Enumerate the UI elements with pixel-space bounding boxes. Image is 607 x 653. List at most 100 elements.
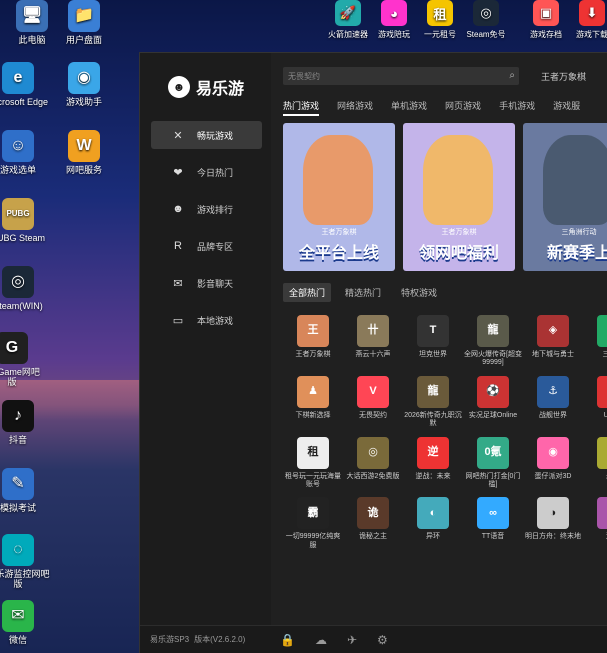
game-tile[interactable]: △ 三角洲: [583, 315, 607, 368]
sub-tab[interactable]: 特权游戏: [395, 283, 443, 302]
desktop-icon[interactable]: PUBG PUBG Steam: [0, 198, 50, 243]
sidebar-nav-item[interactable]: ▭ 本地游戏: [151, 306, 262, 334]
game-name: 地下城与勇士: [532, 351, 574, 358]
desktop-icon[interactable]: ✎ 模拟考试: [0, 468, 50, 513]
game-icon: 诡: [357, 497, 389, 530]
game-tile[interactable]: 霸一切99999亿纯爽服: [283, 497, 343, 550]
desktop-icon[interactable]: ◎ Steam(WIN): [0, 266, 50, 311]
desktop-app-icon: PUBG: [2, 198, 34, 230]
nav-item-label: 品牌专区: [197, 241, 234, 252]
sub-tab[interactable]: 精选热门: [339, 283, 387, 302]
rocket-icon[interactable]: ✈: [347, 633, 357, 647]
search-icon[interactable]: ⌕: [509, 70, 515, 81]
game-tile[interactable]: ⚽ 实况足球Online: [463, 375, 523, 429]
game-tile[interactable]: ◎ 大话西游2免费版: [343, 436, 403, 490]
category-tab[interactable]: 单机游戏: [391, 99, 427, 116]
game-tile[interactable]: ♟ 下棋新选择: [283, 375, 343, 429]
game-tile[interactable]: 租租号玩一元玩海量账号: [283, 436, 343, 490]
search-input[interactable]: 无畏契约 ⌕: [283, 67, 519, 85]
desktop-icon[interactable]: ♪ 抖音: [0, 400, 50, 445]
top-shortcut[interactable]: 租一元租号: [414, 0, 466, 40]
game-name: 异环: [426, 533, 440, 541]
sidebar-nav-item[interactable]: ✕ 畅玩游戏: [151, 121, 262, 149]
game-tile[interactable]: ∞ TT语音: [463, 497, 523, 550]
game-tile[interactable]: T 坦克世界: [403, 315, 463, 368]
shortcut-icon: 租: [427, 0, 453, 26]
desktop-icon[interactable]: 📁 用户盘面: [52, 0, 116, 45]
game-icon: ♟: [297, 375, 329, 408]
app-logo[interactable]: ☻ 易乐游: [168, 75, 244, 99]
desktop-app-icon: ✎: [2, 468, 34, 500]
game-icon: 王: [297, 315, 329, 347]
desktop-icon[interactable]: ◉ 游戏助手: [52, 62, 116, 107]
nav-item-label: 今日热门: [197, 167, 234, 178]
game-tile[interactable]: ◑ 明日方舟：终末地: [523, 497, 583, 550]
desktop-icon[interactable]: W 网吧服务: [52, 130, 116, 175]
game-icon: ∞: [477, 497, 509, 530]
banner-card[interactable]: 王者万象棋全平台上线: [283, 123, 395, 271]
game-tile[interactable]: 逆逆战：未来: [403, 436, 463, 490]
sidebar-nav-item[interactable]: R 品牌专区: [151, 232, 262, 260]
cloud-icon[interactable]: ☁: [315, 633, 327, 647]
banner-slogan: 全平台上线: [298, 245, 379, 262]
sidebar-nav-item[interactable]: ☻ 游戏排行: [151, 195, 262, 223]
category-tab[interactable]: 网络游戏: [337, 99, 373, 116]
game-tile[interactable]: 王王者万象棋: [283, 315, 343, 368]
game-icon: ◉: [537, 436, 569, 469]
banner-art: [423, 135, 493, 225]
game-tile[interactable]: ◈ 地下城与勇士: [523, 315, 583, 368]
game-tile[interactable]: 遗遗忘: [583, 497, 607, 550]
game-tile[interactable]: ◉ 蛋仔派对3D: [523, 436, 583, 490]
logo-text: 易乐游: [196, 81, 245, 98]
banner-card[interactable]: 三角洲行动 新赛季上: [523, 123, 607, 271]
category-tab[interactable]: 手机游戏: [499, 99, 535, 116]
sub-tab[interactable]: 全部热门: [283, 283, 332, 302]
gear-icon[interactable]: ⚙: [377, 633, 388, 647]
lock-icon[interactable]: 🔒: [280, 633, 295, 647]
game-name: 实况足球Online: [468, 411, 518, 419]
game-icon: 龍: [477, 315, 509, 347]
game-name: 燕云十六声: [355, 351, 391, 358]
shortcut-icon: ⬇: [579, 0, 605, 26]
game-tile[interactable]: V 无畏契约: [343, 375, 403, 429]
sidebar-nav-item[interactable]: ❤ 今日热门: [151, 158, 262, 186]
game-tile[interactable]: 龍 2026新传奇九职沉默: [403, 375, 463, 429]
game-name: 全网火爆传奇[超变99999]: [464, 351, 522, 367]
game-tile[interactable]: ◐ 异环: [403, 497, 463, 550]
category-tab[interactable]: 网页游戏: [445, 99, 481, 116]
top-shortcut[interactable]: ▣ 游戏存档: [520, 0, 572, 40]
banner-brand: 王者万象棋: [321, 229, 357, 236]
sidebar-nav-item[interactable]: ✉ 影音聊天: [151, 269, 262, 297]
desktop-icon[interactable]: ◌ 易乐游监控网吧版: [0, 534, 50, 590]
main-panel: 无畏契约 ⌕ 王者万象棋 热门游戏 网络游戏 单机游戏 网页游戏 手机游戏 游戏服 王者万…: [271, 53, 607, 626]
desktop-app-icon: ◎: [2, 266, 34, 298]
category-tab[interactable]: 热门游戏: [283, 99, 320, 116]
category-tab[interactable]: 游戏服: [553, 99, 580, 116]
top-shortcut[interactable]: ◕ 游戏陪玩: [368, 0, 420, 40]
top-shortcut[interactable]: ⬇ 游戏下载: [566, 0, 607, 40]
game-icon: ◑: [537, 497, 569, 530]
desktop-icon[interactable]: G WeGame网吧版: [0, 332, 44, 388]
game-tile[interactable]: 0氪 网吧热门打金[0门槛]: [463, 436, 523, 490]
nav-item-icon: ✕: [173, 129, 183, 142]
user-label[interactable]: 王者万象棋: [541, 70, 586, 83]
game-tile[interactable]: 卄燕云十六声: [343, 315, 403, 368]
game-icon: ◎: [357, 436, 389, 469]
desktop-icon[interactable]: e Microsoft Edge: [0, 62, 50, 107]
game-tile[interactable]: 龍全网火爆传奇[超变99999]: [463, 315, 523, 368]
game-tile[interactable]: U U号租: [583, 375, 607, 429]
desktop-app-icon: 🖥: [16, 0, 48, 32]
desktop-app-icon: ☺: [2, 130, 34, 162]
shortcut-icon: ◎: [473, 0, 499, 26]
game-name: 遗忘: [583, 533, 607, 541]
desktop-icon[interactable]: ✉ 微信: [0, 600, 50, 645]
desktop-icon[interactable]: ☺ 游戏选单: [0, 130, 50, 175]
game-tile[interactable]: 诡诡秘之主: [343, 497, 403, 550]
game-tile[interactable]: 永永劫: [583, 436, 607, 490]
banner-card[interactable]: 王者万象棋 领网吧福利: [403, 123, 515, 271]
game-tile[interactable]: ⚓ 战舰世界: [523, 375, 583, 429]
top-shortcut[interactable]: 🚀 火箭加速器: [322, 0, 374, 40]
top-shortcut[interactable]: ◎ Steam免号: [460, 0, 512, 40]
banner-art: [303, 135, 373, 225]
shortcut-label: 一元租号: [424, 30, 456, 39]
